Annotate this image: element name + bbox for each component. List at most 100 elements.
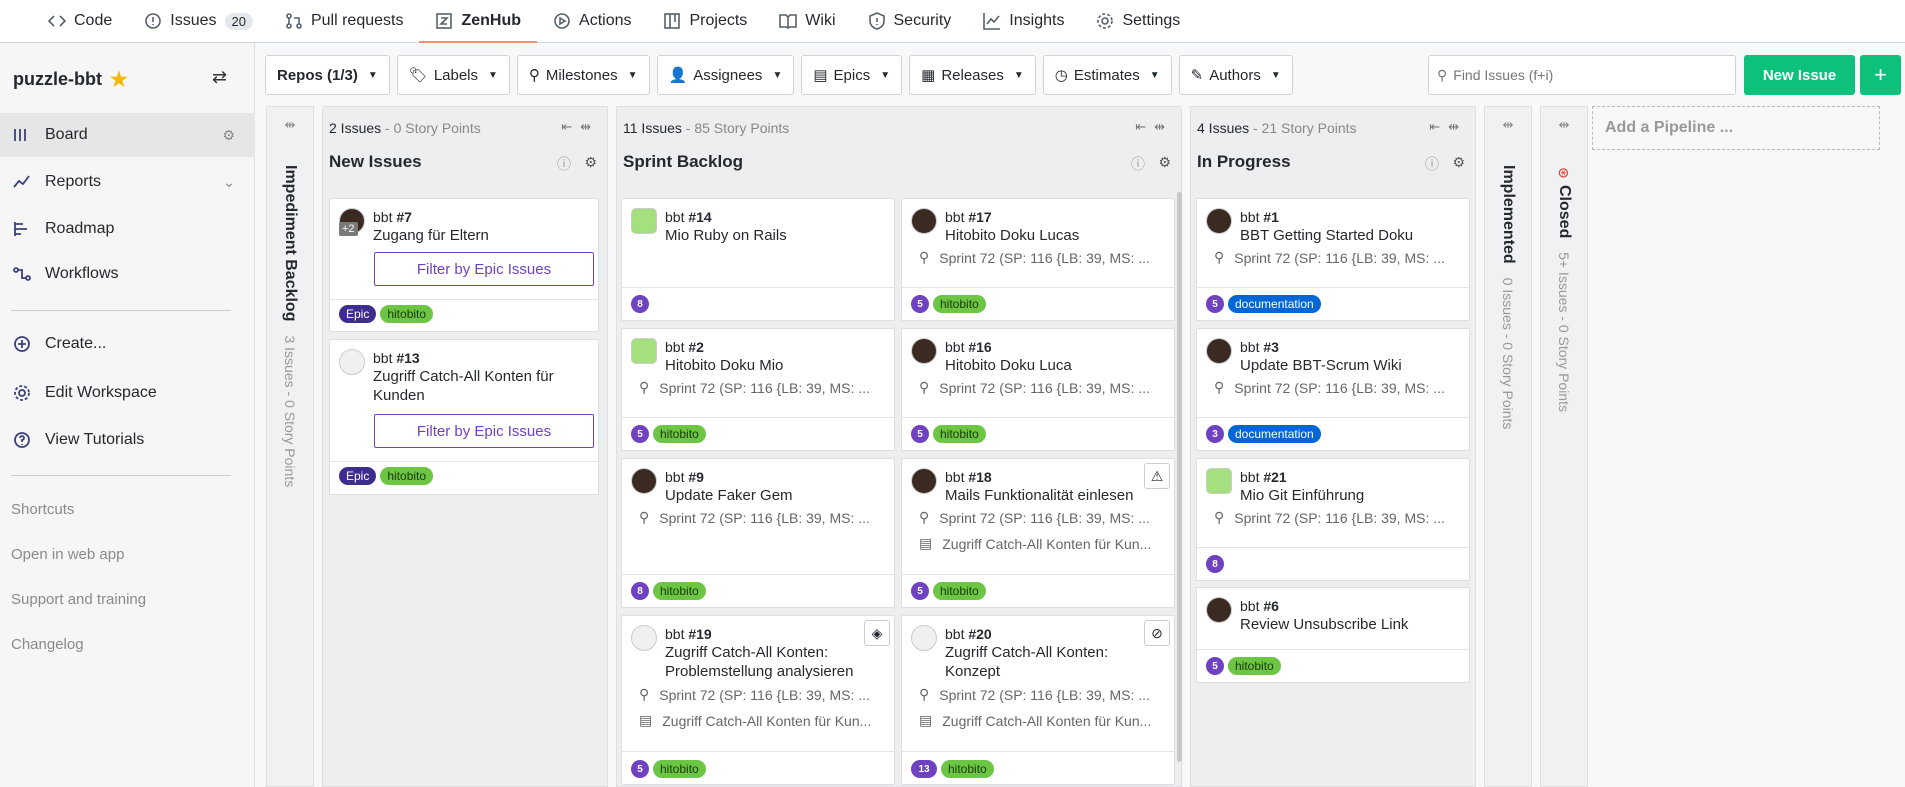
expand-icon[interactable]: ⇹	[1559, 117, 1570, 133]
expand-icon[interactable]: ⇹	[1503, 117, 1514, 133]
pipeline-name: New Issues	[329, 152, 422, 171]
pipeline-impediment-backlog[interactable]: ⇹ Impediment Backlog3 Issues - 0 Story P…	[266, 106, 314, 787]
issue-number: bbt #21	[1240, 469, 1287, 485]
sidebar-item-roadmap[interactable]: Roadmap	[0, 207, 255, 251]
board-settings-icon[interactable]: ⚙	[222, 127, 235, 144]
issue-card[interactable]: bbt #16 Hitobito Doku Luca ⚲ Sprint 72 (S…	[901, 328, 1175, 451]
issue-card[interactable]: bbt #9 Update Faker Gem ⚲ Sprint 72 (SP: …	[621, 458, 895, 608]
epics-filter[interactable]: ▤ Epics ▼	[801, 55, 903, 95]
gear-icon[interactable]: ⚙	[584, 154, 597, 171]
labels-filter[interactable]: 🏷 Labels ▼	[396, 55, 510, 95]
chevron-down-icon[interactable]: ⌄	[223, 174, 235, 191]
releases-filter[interactable]: ▦ Releases ▼	[909, 55, 1036, 95]
pipeline-closed[interactable]: ⇹ ⊛Closed5+ Issues - 0 Story Points	[1540, 106, 1588, 787]
roadmap-icon	[14, 222, 27, 236]
star-icon[interactable]: ★	[110, 67, 128, 92]
expand-icon[interactable]: ⇹	[285, 117, 296, 133]
issue-number: bbt #1	[1240, 209, 1279, 225]
tab-security[interactable]: Security	[852, 0, 968, 43]
chevron-down-icon: ▼	[772, 69, 783, 81]
switch-workspace-icon[interactable]: ⇄	[212, 67, 227, 88]
authors-filter[interactable]: ✎ Authors ▼	[1178, 55, 1293, 95]
sidebar-item-workflows[interactable]: Workflows	[0, 252, 255, 296]
issue-title: Hitobito Doku Mio	[665, 357, 784, 374]
milestone-icon: ⚲	[1214, 379, 1225, 395]
create-button[interactable]: Create...	[0, 322, 255, 366]
milestone-icon: ⚲	[919, 379, 930, 395]
filter-epic-button[interactable]: Filter by Epic Issues	[374, 252, 594, 286]
pipeline-implemented[interactable]: ⇹ Implemented0 Issues - 0 Story Points	[1484, 106, 1532, 787]
gear-icon[interactable]: ⚙	[1452, 154, 1465, 171]
tab-insights[interactable]: Insights	[967, 0, 1080, 43]
issue-card[interactable]: bbt #21 Mio Git Einführung ⚲ Sprint 72 (S…	[1196, 458, 1470, 581]
board-icon	[14, 129, 26, 141]
issue-card[interactable]: bbt #13 Zugriff Catch-All Konten für Kun…	[329, 339, 599, 495]
milestone-row: ⚲ Sprint 72 (SP: 116 {LB: 39, MS: ...	[1214, 509, 1445, 526]
issue-number: bbt #18	[945, 469, 992, 485]
open-web-app-link[interactable]: Open in web app	[11, 546, 124, 563]
estimate-badge: 5	[911, 425, 929, 443]
issue-title: Update BBT-Scrum Wiki	[1240, 357, 1402, 374]
issue-number: bbt #2	[665, 339, 704, 355]
tab-actions[interactable]: Actions	[537, 0, 647, 43]
edit-workspace-button[interactable]: Edit Workspace	[0, 371, 255, 415]
add-button[interactable]: +	[1860, 55, 1901, 95]
chevron-down-icon: ▼	[880, 69, 891, 81]
card-labels: 8	[1206, 555, 1224, 573]
tab-issues[interactable]: Issues 20	[128, 0, 269, 43]
sidebar-item-reports[interactable]: Reports ⌄	[0, 160, 255, 204]
tab-pull-requests[interactable]: Pull requests	[269, 0, 420, 43]
issue-card[interactable]: bbt #3 Update BBT-Scrum Wiki ⚲ Sprint 72 …	[1196, 328, 1470, 451]
epic-icon: ▤	[919, 712, 933, 728]
info-icon[interactable]: ⓘ	[557, 154, 571, 174]
changelog-link[interactable]: Changelog	[11, 636, 84, 653]
collapse-icons[interactable]: ⇤⇹	[1135, 119, 1173, 135]
tab-settings[interactable]: Settings	[1080, 0, 1196, 43]
search-input[interactable]: ⚲ Find Issues (f+i)	[1428, 55, 1736, 95]
tab-projects[interactable]: Projects	[647, 0, 763, 43]
tab-wiki[interactable]: Wiki	[763, 0, 851, 43]
tab-code[interactable]: Code	[32, 0, 128, 43]
view-tutorials-button[interactable]: View Tutorials	[0, 418, 255, 462]
sidebar-item-board[interactable]: Board ⚙	[0, 113, 255, 157]
issue-card[interactable]: bbt #14 Mio Ruby on Rails 8	[621, 198, 895, 321]
shortcuts-link[interactable]: Shortcuts	[11, 501, 74, 518]
workspace-sidebar: puzzle-bbt ★ ⇄ Board ⚙ Reports ⌄ Roadmap Wo…	[0, 43, 255, 787]
issue-title: Zugriff Catch-All Konten: Konzept	[945, 644, 1109, 680]
milestone-row: ⚲ Sprint 72 (SP: 116 {LB: 39, MS: ...	[919, 686, 1150, 703]
issue-card[interactable]: +2 bbt #7 Zugang für Eltern Filter by Ep…	[329, 198, 599, 332]
card-divider	[1197, 547, 1469, 548]
info-icon[interactable]: ⓘ	[1425, 154, 1439, 174]
estimates-filter[interactable]: ◷ Estimates ▼	[1042, 55, 1172, 95]
issue-card[interactable]: bbt #17 Hitobito Doku Lucas ⚲ Sprint 72 (…	[901, 198, 1175, 321]
issue-card[interactable]: bbt #20 Zugriff Catch-All Konten: Konzep…	[901, 615, 1175, 785]
issue-card[interactable]: bbt #2 Hitobito Doku Mio ⚲ Sprint 72 (SP:…	[621, 328, 895, 451]
card-divider	[902, 287, 1174, 288]
card-labels: Epic hitobito	[339, 305, 434, 323]
repos-filter[interactable]: Repos (1/3) ▼	[265, 55, 390, 95]
new-issue-button[interactable]: New Issue	[1744, 55, 1855, 95]
estimate-badge: 5	[911, 582, 929, 600]
issue-number: bbt #17	[945, 209, 992, 225]
issue-card[interactable]: bbt #18 Mails Funktionalität einlesen ⚠ …	[901, 458, 1175, 608]
card-labels: 5 hitobito	[911, 295, 986, 313]
card-divider	[622, 417, 894, 418]
add-pipeline-input[interactable]: Add a Pipeline ...	[1592, 106, 1880, 150]
collapse-icons[interactable]: ⇤⇹	[1429, 119, 1467, 135]
assignees-filter[interactable]: 👤 Assignees ▼	[656, 55, 795, 95]
info-icon[interactable]: ⓘ	[1131, 154, 1145, 174]
card-labels: 13 hitobito	[911, 760, 994, 778]
card-divider	[902, 574, 1174, 575]
tab-zenhub[interactable]: ZenHub	[419, 0, 537, 43]
gear-icon[interactable]: ⚙	[1158, 154, 1171, 171]
milestones-filter[interactable]: ⚲ Milestones ▼	[516, 55, 650, 95]
support-link[interactable]: Support and training	[11, 591, 146, 608]
issue-card[interactable]: bbt #1 BBT Getting Started Doku ⚲ Sprint …	[1196, 198, 1470, 321]
issue-card[interactable]: bbt #6 Review Unsubscribe Link 5 hitobito	[1196, 587, 1470, 683]
card-divider	[622, 574, 894, 575]
issue-card[interactable]: bbt #19 Zugriff Catch-All Konten: Proble…	[621, 615, 895, 785]
issue-title: Zugriff Catch-All Konten: Problemstellun…	[665, 644, 854, 680]
filter-epic-button[interactable]: Filter by Epic Issues	[374, 414, 594, 448]
scrollbar[interactable]	[1177, 192, 1182, 762]
collapse-icons[interactable]: ⇤⇹	[561, 119, 599, 135]
